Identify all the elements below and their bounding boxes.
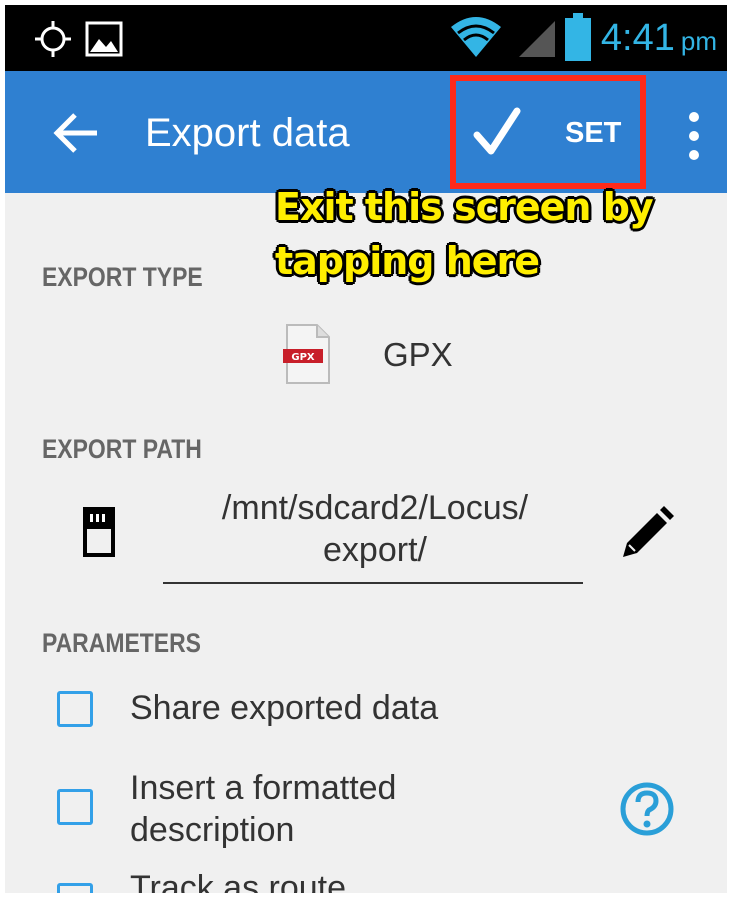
status-time: 4:41 pm	[601, 17, 717, 62]
screen: 4:41 pm Export data SET Exit this screen …	[5, 5, 727, 893]
help-icon[interactable]	[619, 781, 675, 837]
gps-icon	[35, 21, 71, 57]
insert-description-label[interactable]: Insert a formatted description	[130, 767, 396, 851]
track-as-route-label[interactable]: Track as route	[130, 867, 346, 893]
share-exported-data-label[interactable]: Share exported data	[130, 687, 438, 729]
share-exported-data-checkbox[interactable]	[57, 691, 93, 727]
wifi-icon	[451, 17, 501, 57]
gpx-icon-label: GPX	[291, 352, 315, 363]
back-arrow-icon[interactable]	[49, 105, 105, 161]
insert-description-label-line2: description	[130, 811, 295, 849]
export-path-field[interactable]: /mnt/sdcard2/Locus/ export/	[165, 487, 585, 571]
insert-description-checkbox[interactable]	[57, 789, 93, 825]
annotation-text-line2: tapping here	[275, 239, 540, 283]
screen-title: Export data	[145, 111, 350, 155]
sd-card-icon	[83, 507, 115, 557]
image-icon	[85, 21, 123, 57]
annotation-highlight-box	[450, 75, 646, 189]
time-value: 4:41	[600, 17, 675, 59]
export-path-heading: EXPORT PATH	[42, 434, 202, 464]
annotation-text-line1: Exit this screen by	[275, 185, 654, 229]
export-path-line1: /mnt/sdcard2/Locus/	[221, 489, 529, 527]
overflow-menu-icon[interactable]	[681, 109, 707, 163]
time-ampm: pm	[680, 26, 717, 56]
gpx-file-icon[interactable]: GPX	[283, 323, 333, 385]
export-path-underline	[163, 582, 583, 584]
export-path-line2: export/	[323, 531, 427, 569]
export-type-heading: EXPORT TYPE	[42, 262, 203, 292]
insert-description-label-line1: Insert a formatted	[130, 769, 397, 807]
edit-pencil-icon[interactable]	[617, 505, 675, 563]
battery-icon	[565, 13, 591, 61]
parameters-heading: PARAMETERS	[42, 628, 201, 658]
signal-icon	[519, 21, 555, 57]
status-bar: 4:41 pm	[5, 5, 727, 71]
export-type-value[interactable]: GPX	[383, 335, 453, 375]
track-as-route-checkbox[interactable]	[57, 883, 93, 893]
